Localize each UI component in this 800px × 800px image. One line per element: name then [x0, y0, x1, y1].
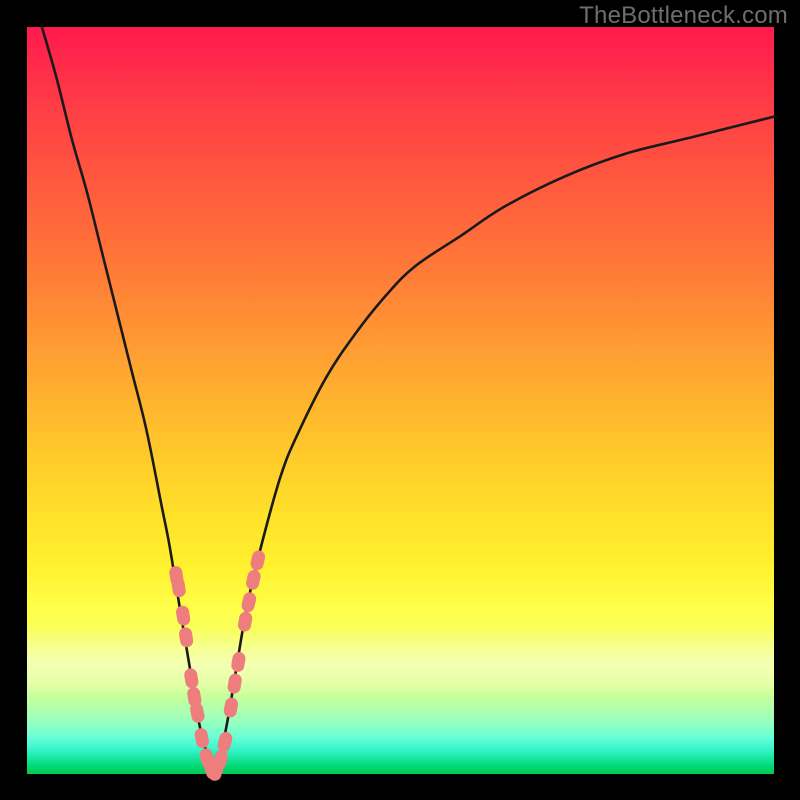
marker-pill: [227, 673, 243, 695]
chart-frame: TheBottleneck.com: [0, 0, 800, 800]
marker-pill: [183, 667, 199, 689]
marker-pill: [240, 591, 257, 613]
curves-layer: [0, 0, 800, 800]
marker-pill: [193, 727, 210, 749]
curve-right-branch: [214, 117, 774, 774]
marker-pill: [249, 549, 266, 571]
marker-pill: [178, 626, 194, 648]
marker-pill: [175, 605, 191, 627]
marker-pill: [230, 651, 246, 673]
curve-left-branch: [42, 27, 214, 774]
watermark-text: TheBottleneck.com: [579, 2, 788, 30]
marker-pill: [245, 569, 262, 591]
marker-pill: [216, 731, 233, 754]
marker-pill: [223, 697, 239, 719]
marker-pill: [237, 611, 253, 633]
